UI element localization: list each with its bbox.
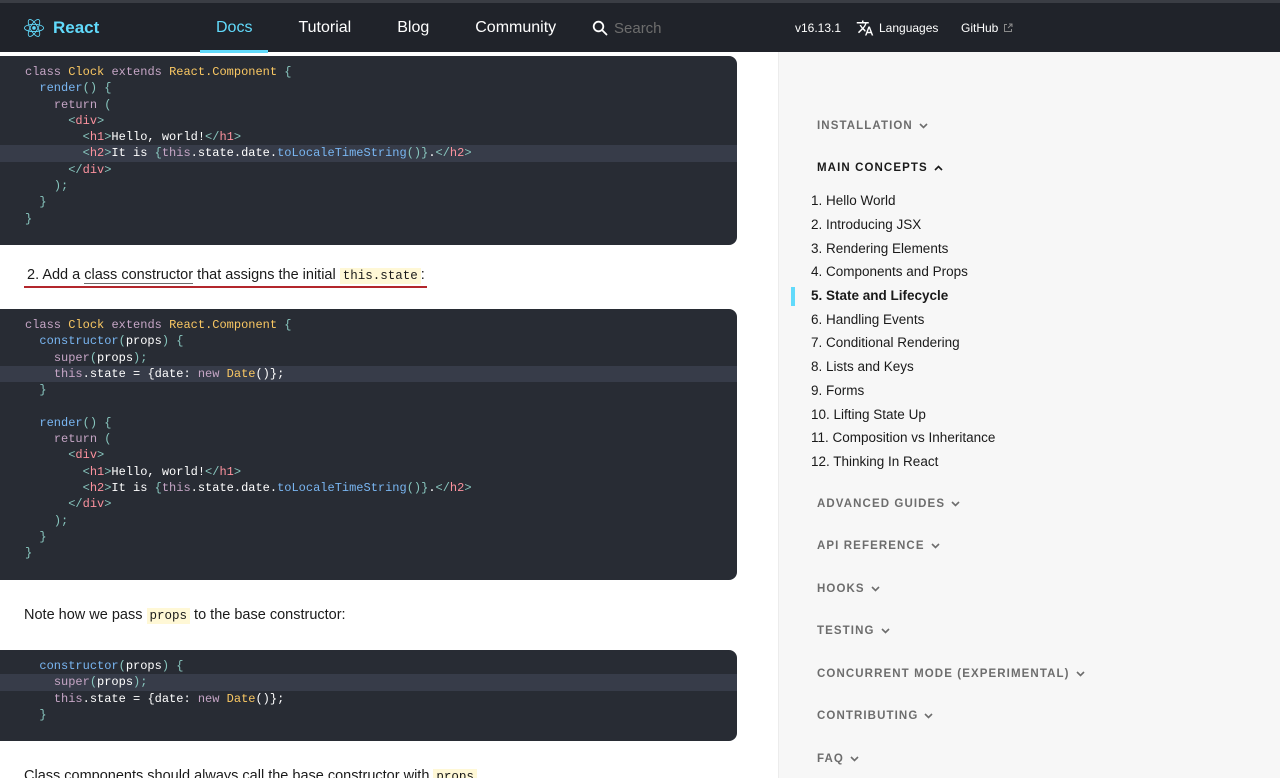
code-line: } [39, 383, 47, 398]
chevron-down-icon [880, 628, 890, 634]
code-line: render() { [39, 81, 112, 96]
docs-sidebar: INSTALLATION MAIN CONCEPTS 1. Hello Worl… [778, 52, 1280, 778]
chevron-down-icon [919, 123, 928, 129]
languages-label: Languages [879, 20, 939, 35]
top-navigation: React Docs Tutorial Blog Community v16.1… [0, 0, 1280, 53]
code-line: <h1>Hello, world!</h1> [82, 130, 242, 145]
sidebar-item-rendering-elements[interactable]: 3. Rendering Elements [811, 241, 948, 256]
code-line: } [39, 529, 47, 544]
code-block-constructor: class Clock extends React.Component { co… [0, 309, 737, 580]
brand-link[interactable]: React [24, 3, 99, 52]
github-link[interactable]: GitHub [961, 3, 1013, 52]
code-line: <h2>It is {this.state.date.toLocaleTimeS… [82, 480, 472, 495]
sidebar-section-advanced-guides[interactable]: ADVANCED GUIDES [817, 498, 960, 510]
code-line: this.state = {date: new Date()}; [53, 691, 285, 706]
code-line: class Clock extends React.Component { [25, 65, 292, 79]
sidebar-item-hello-world[interactable]: 1. Hello World [811, 193, 896, 208]
code-line: ); [53, 179, 69, 194]
github-label: GitHub [961, 20, 999, 35]
nav-links: Docs Tutorial Blog Community [200, 3, 586, 53]
sidebar-item-thinking-in-react[interactable]: 12. Thinking In React [811, 454, 938, 469]
search-box [592, 17, 774, 39]
code-line-highlighted: <h2>It is {this.state.date.toLocaleTimeS… [0, 145, 737, 162]
code-line: </div> [68, 162, 112, 177]
sidebar-section-contributing[interactable]: CONTRIBUTING [817, 710, 933, 722]
sidebar-item-forms[interactable]: 9. Forms [811, 383, 864, 398]
code-block-render: class Clock extends React.Component { re… [0, 56, 737, 245]
sidebar-item-introducing-jsx[interactable]: 2. Introducing JSX [811, 217, 921, 232]
code-line: return ( [53, 97, 112, 112]
sidebar-item-handling-events[interactable]: 6. Handling Events [811, 312, 924, 327]
code-line: } [39, 195, 47, 210]
code-line: ); [53, 513, 69, 528]
chevron-up-icon [934, 165, 943, 171]
inline-code: this.state [339, 268, 421, 284]
languages-link[interactable]: Languages [856, 3, 938, 52]
sidebar-item-conditional-rendering[interactable]: 7. Conditional Rendering [811, 335, 960, 350]
search-input[interactable] [614, 19, 774, 37]
code-line: constructor(props) { [39, 659, 184, 673]
active-item-indicator [791, 287, 795, 306]
code-line: } [39, 707, 47, 722]
external-link-icon [1004, 23, 1013, 32]
react-logo-icon [24, 18, 44, 37]
code-line: class Clock extends React.Component { [25, 318, 292, 332]
chevron-down-icon [931, 543, 940, 549]
code-block-super: constructor(props) { super(props); this.… [0, 650, 737, 741]
step-2-highlight: 2. Add a class constructor that assigns … [24, 267, 427, 288]
nav-tutorial[interactable]: Tutorial [282, 3, 367, 52]
inline-code: props [433, 769, 477, 778]
sidebar-section-testing[interactable]: TESTING [817, 625, 890, 637]
sidebar-section-concurrent-mode[interactable]: CONCURRENT MODE (EXPERIMENTAL) [817, 668, 1085, 680]
step-2-text: 2. Add a class constructor that assigns … [24, 267, 427, 288]
class-constructor-link[interactable]: class constructor [84, 267, 194, 284]
sidebar-section-api-reference[interactable]: API REFERENCE [817, 540, 940, 552]
chevron-down-icon [871, 586, 880, 592]
code-line: } [25, 211, 33, 226]
nav-community[interactable]: Community [459, 3, 572, 52]
chevron-down-icon [951, 501, 960, 507]
code-line: return ( [53, 432, 112, 447]
sidebar-item-components-and-props[interactable]: 4. Components and Props [811, 264, 968, 279]
bottom-text: Class components should always call the … [24, 768, 477, 778]
chevron-down-icon [924, 713, 933, 719]
sidebar-item-lifting-state-up[interactable]: 10. Lifting State Up [811, 407, 926, 422]
code-line-highlighted: this.state = {date: new Date()}; [0, 365, 737, 383]
code-line: super(props); [53, 350, 148, 365]
sidebar-section-faq[interactable]: FAQ [817, 753, 859, 765]
brand-name: React [53, 17, 100, 37]
version-link[interactable]: v16.13.1 [795, 3, 841, 52]
code-line: </div> [68, 497, 112, 512]
search-icon [592, 20, 608, 36]
translate-icon [856, 20, 874, 35]
code-line-highlighted: super(props); [0, 674, 737, 691]
sidebar-section-main-concepts[interactable]: MAIN CONCEPTS [817, 162, 943, 174]
code-line: render() { [39, 415, 112, 430]
note-text: Note how we pass props to the base const… [24, 607, 346, 624]
sidebar-item-lists-and-keys[interactable]: 8. Lists and Keys [811, 359, 914, 374]
code-line: constructor(props) { [39, 334, 184, 349]
sidebar-item-composition-vs-inheritance[interactable]: 11. Composition vs Inheritance [811, 430, 995, 445]
nav-blog[interactable]: Blog [381, 3, 445, 52]
code-line: <h1>Hello, world!</h1> [82, 464, 242, 479]
main-content: class Clock extends React.Component { re… [0, 52, 778, 778]
inline-code: props [146, 608, 191, 624]
chevron-down-icon [1075, 671, 1085, 677]
code-line: <div> [68, 113, 105, 128]
chevron-down-icon [850, 756, 859, 762]
sidebar-item-state-and-lifecycle[interactable]: 5. State and Lifecycle [811, 288, 948, 303]
sidebar-section-installation[interactable]: INSTALLATION [817, 120, 928, 132]
code-line: <div> [68, 448, 105, 463]
nav-docs[interactable]: Docs [200, 3, 269, 53]
sidebar-section-hooks[interactable]: HOOKS [817, 583, 880, 595]
code-line: } [25, 546, 33, 561]
